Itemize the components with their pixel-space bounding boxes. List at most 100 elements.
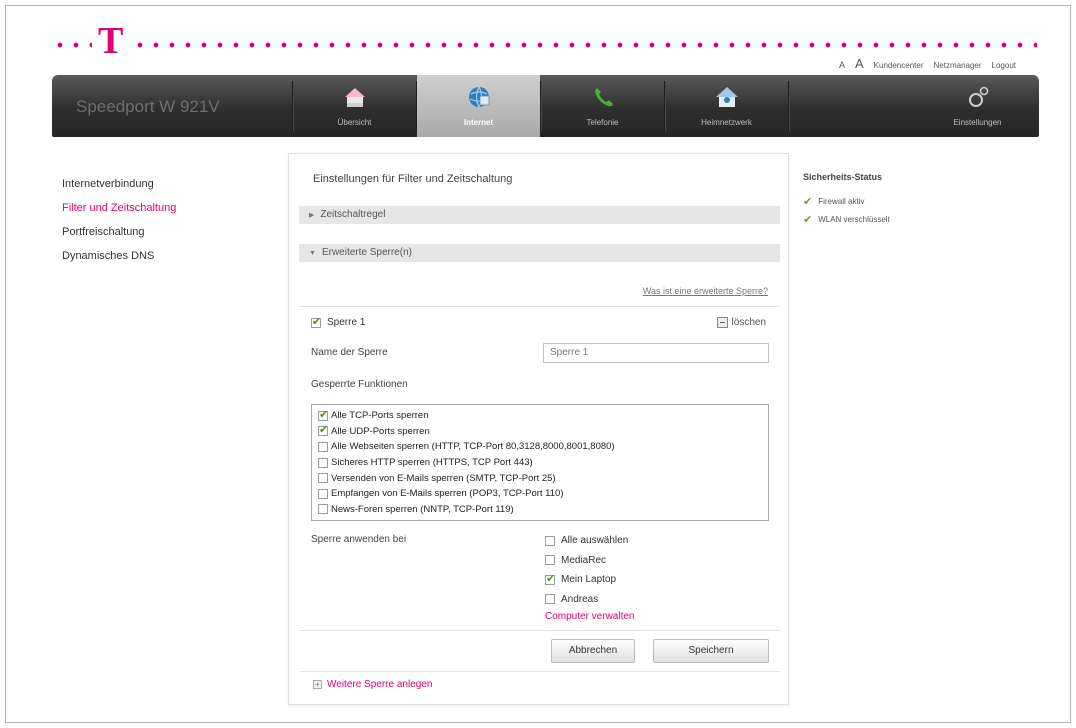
function-item[interactable]: Empfangen von E-Mails sperren (POP3, TCP…: [318, 486, 762, 502]
function-checkbox[interactable]: [318, 408, 328, 421]
nav-item-settings[interactable]: Einstellungen: [916, 75, 1039, 137]
device-checkbox[interactable]: [545, 594, 555, 605]
netzmanager-link[interactable]: Netzmanager: [934, 61, 982, 70]
nav-label-home-network: Heimnetzwerk: [701, 118, 752, 127]
device-label: Mein Laptop: [561, 574, 617, 586]
delete-rule-button[interactable]: löschen: [716, 317, 766, 328]
function-item[interactable]: Sicheres HTTP sperren (HTTPS, TCP Port 4…: [318, 455, 762, 471]
manage-computers-link[interactable]: Computer verwalten: [545, 611, 634, 622]
divider: [299, 671, 780, 672]
brand-dots: [52, 42, 1037, 48]
function-checkbox[interactable]: [318, 441, 328, 452]
nav-label-telephony: Telefonie: [586, 118, 619, 127]
kundencenter-link[interactable]: Kundencenter: [874, 61, 924, 70]
divider: [299, 306, 780, 307]
router-name: Speedport W 921V: [76, 97, 220, 116]
checkmark-icon: ✔: [803, 213, 813, 226]
save-button[interactable]: Speichern: [653, 639, 769, 663]
nav-divider: [788, 81, 789, 131]
device-label: Andreas: [561, 593, 599, 605]
add-rule-link[interactable]: + Weitere Sperre anlegen: [313, 679, 432, 690]
function-checkbox[interactable]: [318, 504, 328, 515]
function-label: Alle TCP-Ports sperren: [331, 410, 429, 422]
sidebar-item-internet-connection[interactable]: Internetverbindung: [62, 172, 176, 196]
device-item[interactable]: Mein Laptop: [545, 570, 628, 590]
page-title: Einstellungen für Filter und Zeitschaltu…: [313, 173, 513, 185]
trash-icon: [716, 317, 728, 328]
function-item[interactable]: News-Foren sperren (NNTP, TCP-Port 119): [318, 502, 762, 518]
rule-name-input[interactable]: Sperre 1: [543, 343, 769, 363]
delete-label: löschen: [731, 317, 766, 328]
function-item[interactable]: Versenden von E-Mails sperren (SMTP, TCP…: [318, 470, 762, 486]
home-network-icon: [715, 87, 738, 107]
main-navbar: Speedport W 921V Übersicht Internet Tele…: [52, 75, 1039, 137]
function-checkbox[interactable]: [318, 457, 328, 468]
status-label: Firewall aktiv: [818, 196, 865, 206]
function-checkbox[interactable]: [318, 488, 328, 499]
device-label: Alle auswählen: [561, 535, 629, 547]
cancel-button[interactable]: Abbrechen: [551, 639, 635, 663]
nav-item-overview[interactable]: Übersicht: [293, 75, 416, 137]
phone-icon: [594, 88, 613, 107]
function-label: Empfangen von E-Mails sperren (POP3, TCP…: [331, 488, 564, 500]
checkmark-icon: ✔: [803, 195, 813, 208]
font-size-small-button[interactable]: A: [839, 60, 845, 70]
chevron-down-icon: ▼: [309, 250, 316, 257]
gears-icon: [968, 86, 988, 107]
function-item[interactable]: Alle UDP-Ports sperren: [318, 423, 762, 440]
nav-item-internet[interactable]: Internet: [417, 75, 540, 137]
function-label: Versenden von E-Mails sperren (SMTP, TCP…: [331, 472, 556, 484]
device-checkbox[interactable]: [545, 535, 555, 546]
accordion-blocks-label: Erweiterte Sperre(n): [321, 247, 412, 258]
accordion-timer-label: Zeitschaltregel: [320, 209, 386, 220]
device-checkbox[interactable]: [545, 555, 555, 566]
apply-to-label: Sperre anwenden bei: [311, 534, 407, 545]
accordion-extended-blocks[interactable]: ▼ Erweiterte Sperre(n): [299, 244, 780, 262]
nav-label-overview: Übersicht: [337, 118, 372, 127]
function-label: Sicheres HTTP sperren (HTTPS, TCP Port 4…: [331, 457, 533, 469]
device-item[interactable]: Andreas: [545, 590, 628, 610]
home-icon: [344, 88, 365, 107]
function-item[interactable]: Alle TCP-Ports sperren: [318, 408, 762, 424]
device-item[interactable]: MediaRec: [545, 551, 628, 571]
top-links: A A Kundencenter Netzmanager Logout: [839, 56, 1016, 71]
security-status-title: Sicherheits-Status: [803, 172, 883, 182]
sidebar-menu: Internetverbindung Filter und Zeitschalt…: [62, 172, 176, 268]
status-item-firewall: ✔ Firewall aktiv: [803, 192, 890, 210]
logout-link[interactable]: Logout: [992, 61, 1016, 70]
rule-name-label: Name der Sperre: [311, 347, 388, 358]
device-checkbox[interactable]: [545, 572, 555, 585]
status-item-wlan: ✔ WLAN verschlüsselt: [803, 210, 890, 228]
sidebar-item-port-forwarding[interactable]: Portfreischaltung: [62, 220, 176, 244]
device-item-select-all[interactable]: Alle auswählen: [545, 531, 628, 551]
plus-icon: +: [313, 680, 322, 689]
help-link[interactable]: Was ist eine erweiterte Sperre?: [643, 286, 768, 296]
accordion-timer-rule[interactable]: ▶ Zeitschaltregel: [299, 206, 780, 224]
status-label: WLAN verschlüsselt: [818, 214, 890, 224]
function-label: Alle Webseiten sperren (HTTP, TCP-Port 8…: [331, 441, 615, 453]
add-rule-label: Weitere Sperre anlegen: [327, 679, 433, 690]
nav-item-home-network[interactable]: Heimnetzwerk: [665, 75, 788, 137]
function-label: Alle UDP-Ports sperren: [331, 425, 430, 437]
sidebar-item-filter[interactable]: Filter und Zeitschaltung: [62, 196, 176, 220]
filter-panel: Einstellungen für Filter und Zeitschaltu…: [288, 153, 789, 705]
function-label: News-Foren sperren (NNTP, TCP-Port 119): [331, 503, 514, 515]
globe-icon: [468, 86, 489, 109]
nav-item-telephony[interactable]: Telefonie: [541, 75, 664, 137]
divider: [299, 630, 780, 631]
rule-header: Sperre 1: [311, 315, 365, 328]
blocked-functions-list: Alle TCP-Ports sperren Alle UDP-Ports sp…: [311, 404, 769, 521]
function-checkbox[interactable]: [318, 423, 328, 437]
function-checkbox[interactable]: [318, 473, 328, 484]
brand-bar: T: [52, 22, 1037, 60]
rule-enabled-checkbox[interactable]: [311, 315, 321, 328]
security-status: Sicherheits-Status ✔ Firewall aktiv ✔ WL…: [803, 172, 890, 228]
device-list: Alle auswählen MediaRec Mein Laptop Andr…: [545, 531, 628, 609]
function-item[interactable]: Alle Webseiten sperren (HTTP, TCP-Port 8…: [318, 439, 762, 455]
nav-label-internet: Internet: [463, 118, 494, 127]
blocked-functions-label: Gesperrte Funktionen: [311, 379, 408, 390]
telekom-logo[interactable]: T: [92, 22, 130, 60]
chevron-right-icon: ▶: [309, 212, 315, 219]
font-size-large-button[interactable]: A: [855, 56, 864, 71]
sidebar-item-dynamic-dns[interactable]: Dynamisches DNS: [62, 244, 176, 268]
